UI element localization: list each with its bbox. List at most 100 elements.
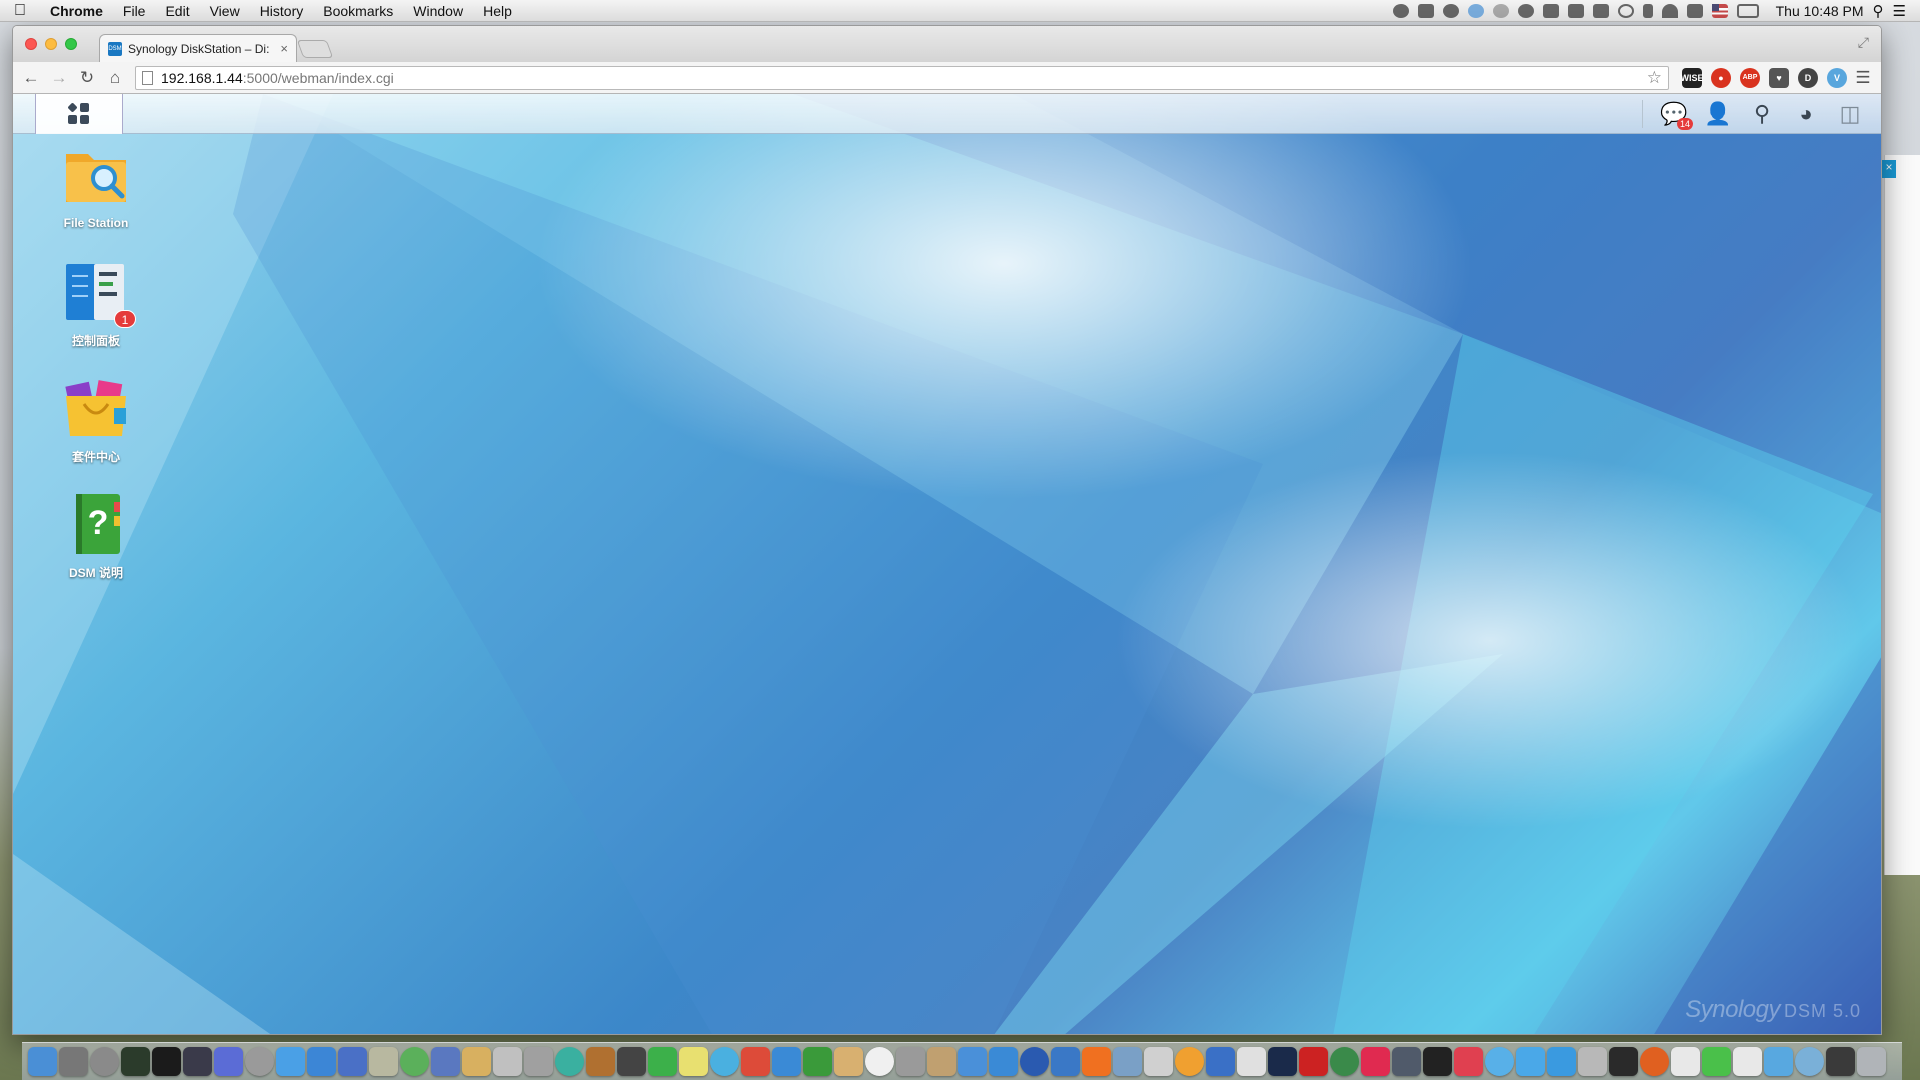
terminal-icon[interactable]: [152, 1047, 181, 1076]
sequel-icon[interactable]: [431, 1047, 460, 1076]
stickies-icon[interactable]: [679, 1047, 708, 1076]
zoom-window-button[interactable]: [65, 38, 77, 50]
us-flag-icon[interactable]: [1711, 3, 1728, 18]
document-icon[interactable]: [1733, 1047, 1762, 1076]
mou-icon[interactable]: [555, 1047, 584, 1076]
chrome-menu-icon[interactable]: ☰: [1851, 66, 1875, 90]
volume-icon[interactable]: [1686, 3, 1703, 18]
menu-window[interactable]: Window: [403, 3, 473, 19]
close-window-button[interactable]: [25, 38, 37, 50]
menu-file[interactable]: File: [113, 3, 156, 19]
cloud-icon[interactable]: [1517, 3, 1534, 18]
firefox-icon[interactable]: [1640, 1047, 1669, 1076]
address-bar[interactable]: 192.168.1.44:5000/webman/index.cgi ☆: [135, 65, 1669, 90]
wechat-dock-icon[interactable]: [1702, 1047, 1731, 1076]
automator-icon[interactable]: [896, 1047, 925, 1076]
tab-close-icon[interactable]: ×: [280, 41, 288, 56]
script-icon[interactable]: [369, 1047, 398, 1076]
widgets-button[interactable]: ◕: [1793, 101, 1819, 127]
display-icon[interactable]: [1826, 1047, 1855, 1076]
messages-icon[interactable]: [1485, 1047, 1514, 1076]
ghostery-extension-icon[interactable]: D: [1798, 67, 1818, 88]
settings-icon[interactable]: [1578, 1047, 1607, 1076]
apple-menu-icon[interactable]: : [0, 2, 40, 20]
tab-synology[interactable]: DSM Synology DiskStation – Di: ×: [99, 34, 297, 62]
minimize-window-button[interactable]: [45, 38, 57, 50]
note-icon[interactable]: [1567, 3, 1584, 18]
fb-icon[interactable]: [617, 1047, 646, 1076]
magic-icon[interactable]: [183, 1047, 212, 1076]
chrome-icon[interactable]: [741, 1047, 770, 1076]
pocket-extension-icon[interactable]: ♥: [1769, 67, 1789, 88]
bell-icon[interactable]: [1492, 3, 1509, 18]
maps-icon[interactable]: [1417, 3, 1434, 18]
appstore-icon[interactable]: [989, 1047, 1018, 1076]
spotlight-icon[interactable]: ⚲: [1873, 2, 1884, 20]
home-icon[interactable]: ⌂: [103, 66, 127, 90]
time-machine-icon[interactable]: [1617, 3, 1634, 18]
folder2-icon[interactable]: [1795, 1047, 1824, 1076]
safari-icon[interactable]: [710, 1047, 739, 1076]
textedit-icon[interactable]: [1237, 1047, 1266, 1076]
activity-monitor-icon[interactable]: [121, 1047, 150, 1076]
bookmark-star-icon[interactable]: ☆: [1647, 68, 1662, 88]
gift-icon[interactable]: [462, 1047, 491, 1076]
excel-icon[interactable]: [1330, 1047, 1359, 1076]
photoshop-icon[interactable]: [1268, 1047, 1297, 1076]
desktop-icon-dsm-help[interactable]: ? DSM 说明: [31, 494, 161, 581]
forward-icon[interactable]: →: [47, 66, 71, 90]
background-window-close-icon[interactable]: ×: [1882, 160, 1896, 178]
twitter-icon[interactable]: [1516, 1047, 1545, 1076]
xiami-icon[interactable]: [1082, 1047, 1111, 1076]
desktop-icon-control-panel[interactable]: 1 控制面板: [31, 262, 161, 349]
menu-view[interactable]: View: [200, 3, 250, 19]
notification-center-icon[interactable]: ☰: [1893, 2, 1906, 20]
sequel-pro-icon[interactable]: [586, 1047, 615, 1076]
itunes-icon[interactable]: [958, 1047, 987, 1076]
folder-icon[interactable]: [1764, 1047, 1793, 1076]
pages-icon[interactable]: [307, 1047, 336, 1076]
notifications-button[interactable]: 💬 14: [1660, 101, 1693, 130]
camera-icon[interactable]: [1392, 1047, 1421, 1076]
fullscreen-icon[interactable]: ⤢: [1858, 34, 1869, 51]
notes-icon[interactable]: [834, 1047, 863, 1076]
finder-icon[interactable]: [28, 1047, 57, 1076]
pilot-view-button[interactable]: ◫: [1837, 101, 1863, 127]
grid-app-icon[interactable]: [1671, 1047, 1700, 1076]
numbers-icon[interactable]: [338, 1047, 367, 1076]
adblock-extension-icon[interactable]: ABP: [1740, 67, 1760, 88]
menu-history[interactable]: History: [250, 3, 314, 19]
qq-icon[interactable]: [1423, 1047, 1452, 1076]
keynote-icon[interactable]: [1206, 1047, 1235, 1076]
wise-extension-icon[interactable]: WISE: [1681, 67, 1704, 88]
bluetooth-icon[interactable]: [1642, 3, 1653, 18]
book-icon[interactable]: [1175, 1047, 1204, 1076]
globe-icon[interactable]: [1467, 3, 1484, 18]
scanner-icon[interactable]: [524, 1047, 553, 1076]
quicktime-icon[interactable]: [1020, 1047, 1049, 1076]
calendar-icon[interactable]: [865, 1047, 894, 1076]
disk-icon[interactable]: [493, 1047, 522, 1076]
mail-icon[interactable]: [276, 1047, 305, 1076]
menu-bookmarks[interactable]: Bookmarks: [313, 3, 403, 19]
trash-icon[interactable]: [1857, 1047, 1886, 1076]
sogou-icon[interactable]: [1454, 1047, 1483, 1076]
menu-chrome[interactable]: Chrome: [40, 3, 113, 19]
evernote-icon[interactable]: [648, 1047, 677, 1076]
clock[interactable]: Thu 10:48 PM: [1776, 3, 1864, 19]
dsm-main-menu-button[interactable]: [35, 94, 123, 134]
adobe-icon[interactable]: [1299, 1047, 1328, 1076]
search-button[interactable]: ⚲: [1749, 101, 1775, 127]
vimeo-extension-icon[interactable]: V: [1827, 67, 1847, 88]
kindle-icon[interactable]: [1609, 1047, 1638, 1076]
menu-help[interactable]: Help: [473, 3, 522, 19]
xcode-icon[interactable]: [214, 1047, 243, 1076]
preview-icon[interactable]: [90, 1047, 119, 1076]
battery-meter-icon[interactable]: [1592, 3, 1609, 18]
photos-icon[interactable]: [1144, 1047, 1173, 1076]
record-extension-icon[interactable]: ●: [1711, 67, 1731, 88]
photo-icon[interactable]: [927, 1047, 956, 1076]
utorrent-icon[interactable]: [803, 1047, 832, 1076]
lips-icon[interactable]: [1361, 1047, 1390, 1076]
battery-icon[interactable]: [1736, 3, 1759, 18]
